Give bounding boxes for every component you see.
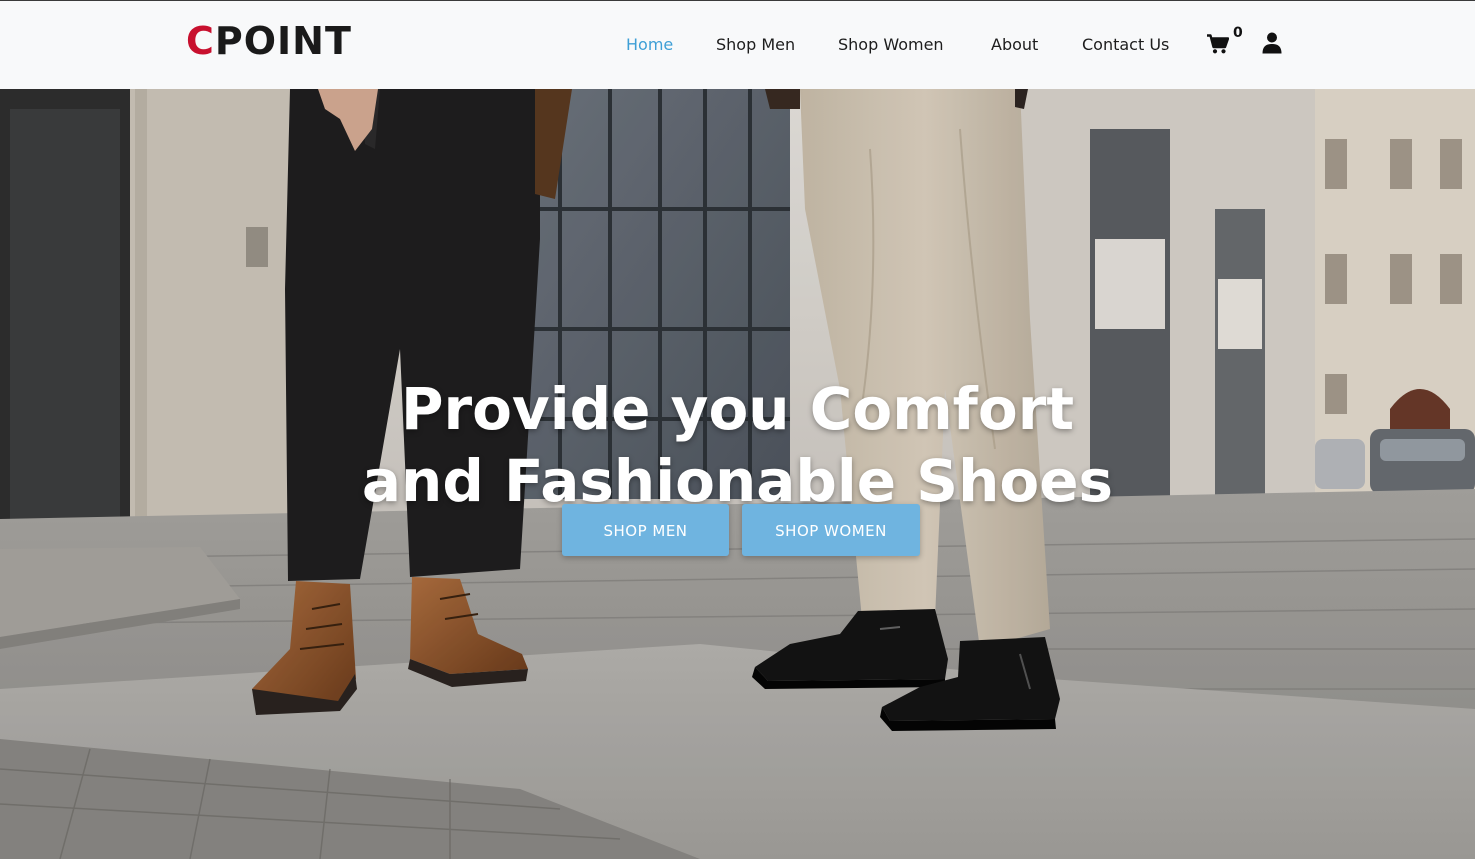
user-account-button[interactable] [1262,32,1282,54]
hero-headline: Provide you Comfort and Fashionable Shoe… [0,373,1475,517]
navbar: CPOINT Home Shop Men Shop Women About Co… [0,0,1475,89]
cart-count-badge: 0 [1233,25,1243,41]
nav-link-home[interactable]: Home [626,33,673,57]
nav-link-contact-us[interactable]: Contact Us [1082,33,1169,57]
brand-logo[interactable]: CPOINT [186,18,352,64]
shop-men-button[interactable]: SHOP MEN [562,504,729,556]
nav-link-shop-men[interactable]: Shop Men [716,33,795,57]
nav-link-about[interactable]: About [991,33,1038,57]
hero-headline-line1: Provide you Comfort [400,374,1075,443]
shopping-cart-icon [1207,34,1229,54]
shop-women-button[interactable]: SHOP WOMEN [742,504,920,556]
logo-accent-letter: C [186,19,215,63]
hero-headline-line2: and Fashionable Shoes [361,446,1114,515]
nav-link-shop-women[interactable]: Shop Women [838,33,944,57]
hero-section: Provide you Comfort and Fashionable Shoe… [0,89,1475,859]
cart-button[interactable]: 0 [1207,25,1247,57]
page: CPOINT Home Shop Men Shop Women About Co… [0,0,1475,859]
user-icon [1262,32,1282,54]
logo-text: POINT [214,19,352,63]
